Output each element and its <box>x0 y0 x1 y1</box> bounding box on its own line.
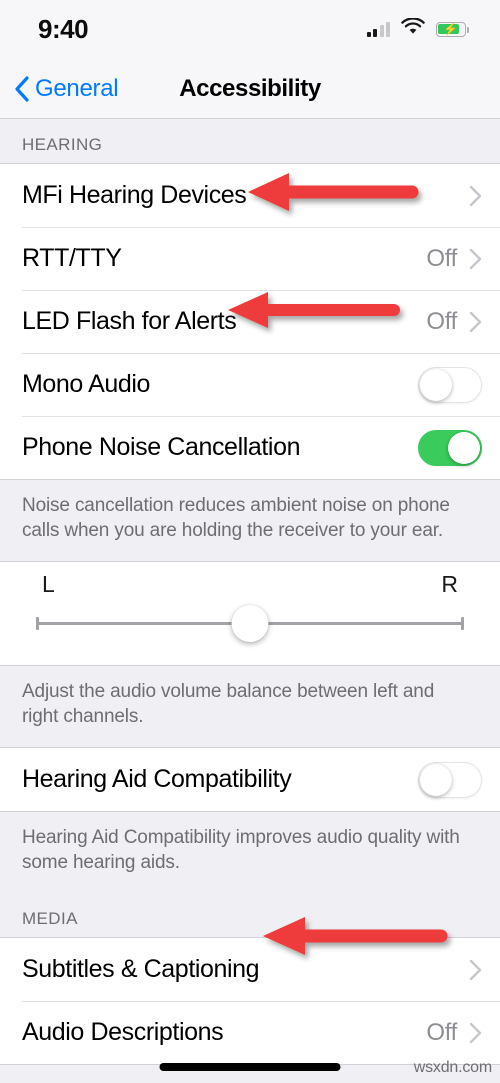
toggle-knob <box>420 368 452 401</box>
chevron-left-icon <box>14 75 30 102</box>
row-label: RTT/TTY <box>22 244 122 272</box>
navigation-bar: General Accessibility <box>0 58 500 119</box>
row-mfi-hearing-devices[interactable]: MFi Hearing Devices <box>0 164 500 227</box>
footer-hearing-aid-compatibility: Hearing Aid Compatibility improves audio… <box>0 812 500 894</box>
row-label: Hearing Aid Compatibility <box>22 765 292 794</box>
row-value: Off <box>426 244 457 272</box>
row-value: Off <box>426 307 457 335</box>
audio-balance-slider-row: L R <box>0 561 500 667</box>
chevron-right-icon <box>469 1022 482 1044</box>
balance-left-label: L <box>42 571 55 598</box>
row-label: Phone Noise Cancellation <box>22 433 301 461</box>
row-phone-noise-cancellation[interactable]: Phone Noise Cancellation <box>0 416 500 479</box>
status-bar: 9:40 ⚡ <box>0 0 500 58</box>
settings-group-media: Subtitles & Captioning Audio Description… <box>0 937 500 1066</box>
row-label: LED Flash for Alerts <box>22 307 237 335</box>
section-header-media: MEDIA <box>0 893 500 938</box>
phone-noise-cancellation-toggle[interactable] <box>418 429 482 466</box>
row-hearing-aid-compatibility[interactable]: Hearing Aid Compatibility <box>0 748 500 812</box>
settings-group-hearing: MFi Hearing Devices RTT/TTY Off LED Flas <box>0 163 500 480</box>
footer-noise-cancellation: Noise cancellation reduces ambient noise… <box>0 480 500 562</box>
home-indicator-bar[interactable] <box>159 1063 341 1071</box>
section-header-hearing: HEARING <box>0 119 500 163</box>
toggle-knob <box>448 431 480 464</box>
audio-balance-slider[interactable] <box>36 605 464 643</box>
row-value: Off <box>426 1018 457 1046</box>
status-bar-icons: ⚡ <box>366 17 469 40</box>
row-label: Subtitles & Captioning <box>22 955 260 984</box>
chevron-right-icon <box>469 185 482 207</box>
settings-group-hearing-aid: Hearing Aid Compatibility <box>0 747 500 813</box>
slider-thumb[interactable] <box>231 605 269 643</box>
hearing-aid-compatibility-toggle[interactable] <box>418 761 482 798</box>
back-button-label: General <box>35 74 119 102</box>
balance-endpoint-labels: L R <box>0 571 500 598</box>
row-subtitles-and-captioning[interactable]: Subtitles & Captioning <box>0 938 500 1002</box>
toggle-knob <box>420 763 452 796</box>
battery-charging-icon: ⚡ <box>436 21 469 37</box>
wifi-icon <box>401 17 425 40</box>
row-label: Audio Descriptions <box>22 1018 224 1047</box>
iphone-accessibility-screen: 9:40 ⚡ General Accessibility HEARING MFi… <box>0 0 500 1083</box>
row-label: MFi Hearing Devices <box>22 181 247 209</box>
balance-right-label: R <box>441 571 458 598</box>
footer-audio-balance: Adjust the audio volume balance between … <box>0 666 500 748</box>
settings-list: HEARING MFi Hearing Devices RTT/TTY Off <box>0 119 500 1083</box>
watermark: wsxdn.com <box>413 1059 492 1076</box>
row-audio-descriptions[interactable]: Audio Descriptions Off <box>0 1001 500 1065</box>
mono-audio-toggle[interactable] <box>418 366 482 403</box>
chevron-right-icon <box>469 311 482 333</box>
row-rtt-tty[interactable]: RTT/TTY Off <box>0 227 500 290</box>
status-bar-clock: 9:40 <box>38 13 89 44</box>
cellular-signal-icon <box>366 21 390 37</box>
row-mono-audio[interactable]: Mono Audio <box>0 353 500 416</box>
chevron-right-icon <box>469 959 482 981</box>
back-button-general[interactable]: General <box>14 74 119 103</box>
row-led-flash-for-alerts[interactable]: LED Flash for Alerts Off <box>0 290 500 353</box>
row-label: Mono Audio <box>22 370 151 398</box>
chevron-right-icon <box>469 248 482 270</box>
